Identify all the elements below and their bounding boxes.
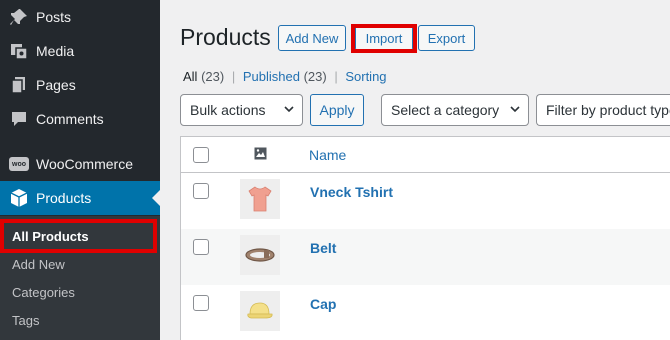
category-select[interactable]: Select a category [381,94,529,126]
products-table: Name Vneck Tshirt Belt Cap [180,136,670,340]
row-checkbox[interactable] [193,183,209,199]
product-name-link[interactable]: Cap [310,296,336,312]
comments-icon [0,109,36,129]
cap-icon [247,302,273,319]
apply-button[interactable]: Apply [310,94,364,126]
menu-label: Products [36,190,92,206]
pages-icon [0,75,36,95]
separator: | [231,69,236,84]
status-link-published[interactable]: Published [243,69,300,84]
status-link-sorting[interactable]: Sorting [345,69,386,84]
menu-item-media[interactable]: Media [0,34,160,68]
menu-label: Comments [36,111,104,127]
product-name-link[interactable]: Belt [310,240,336,256]
column-header-name[interactable]: Name [309,147,346,163]
menu-label: Pages [36,77,76,93]
pin-icon [0,7,36,27]
menu-item-comments[interactable]: Comments [0,102,160,136]
table-row: Cap [181,285,670,340]
highlight-box-import [351,24,417,53]
current-menu-arrow [152,190,160,206]
product-name-link[interactable]: Vneck Tshirt [310,184,393,200]
highlight-box-all-products [0,219,157,253]
submenu-categories[interactable]: Categories [0,278,160,306]
image-column-icon [254,147,267,165]
menu-label: Media [36,43,75,59]
separator: | [334,69,338,84]
main-content: Products Add New Import Export All (23) … [160,0,670,340]
row-checkbox[interactable] [193,295,209,311]
menu-item-posts[interactable]: Posts [0,0,160,34]
box-icon [0,188,36,208]
chevron-down-icon [284,106,294,113]
chevron-down-icon [510,106,520,113]
menu-item-pages[interactable]: Pages [0,68,160,102]
category-value: Select a category [391,102,500,118]
status-count-all: (23) [201,69,225,84]
status-filter-links: All (23) | Published (23) | Sorting [183,69,387,84]
tshirt-icon [248,186,272,212]
table-header: Name [181,137,670,173]
woo-badge: woo [9,157,29,171]
bulk-actions-select[interactable]: Bulk actions [180,94,303,126]
media-icon [0,41,36,61]
table-row: Vneck Tshirt [181,173,670,229]
belt-icon [245,248,275,262]
submenu-tags[interactable]: Tags [0,306,160,334]
export-button[interactable]: Export [418,25,475,51]
page-title: Products [180,24,271,50]
woocommerce-icon: woo [0,157,36,171]
product-type-value: Filter by product type [546,102,670,118]
menu-label: WooCommerce [36,156,133,172]
cap-thumbnail[interactable] [240,291,280,331]
menu-label: Posts [36,9,72,25]
admin-sidebar: Posts Media Pages Comments woo WooCommer… [0,0,160,340]
product-type-select[interactable]: Filter by product type [536,94,670,126]
add-new-button[interactable]: Add New [278,25,346,51]
bulk-actions-value: Bulk actions [190,102,266,118]
table-row: Belt [181,229,670,285]
status-count-published: (23) [303,69,327,84]
select-all-checkbox[interactable] [193,147,209,163]
submenu-add-new[interactable]: Add New [0,250,160,278]
menu-item-products[interactable]: Products [0,181,160,215]
row-checkbox[interactable] [193,239,209,255]
belt-thumbnail[interactable] [240,235,280,275]
status-link-all[interactable]: All [183,69,197,84]
tshirt-thumbnail[interactable] [240,179,280,219]
menu-item-woocommerce[interactable]: woo WooCommerce [0,147,160,181]
